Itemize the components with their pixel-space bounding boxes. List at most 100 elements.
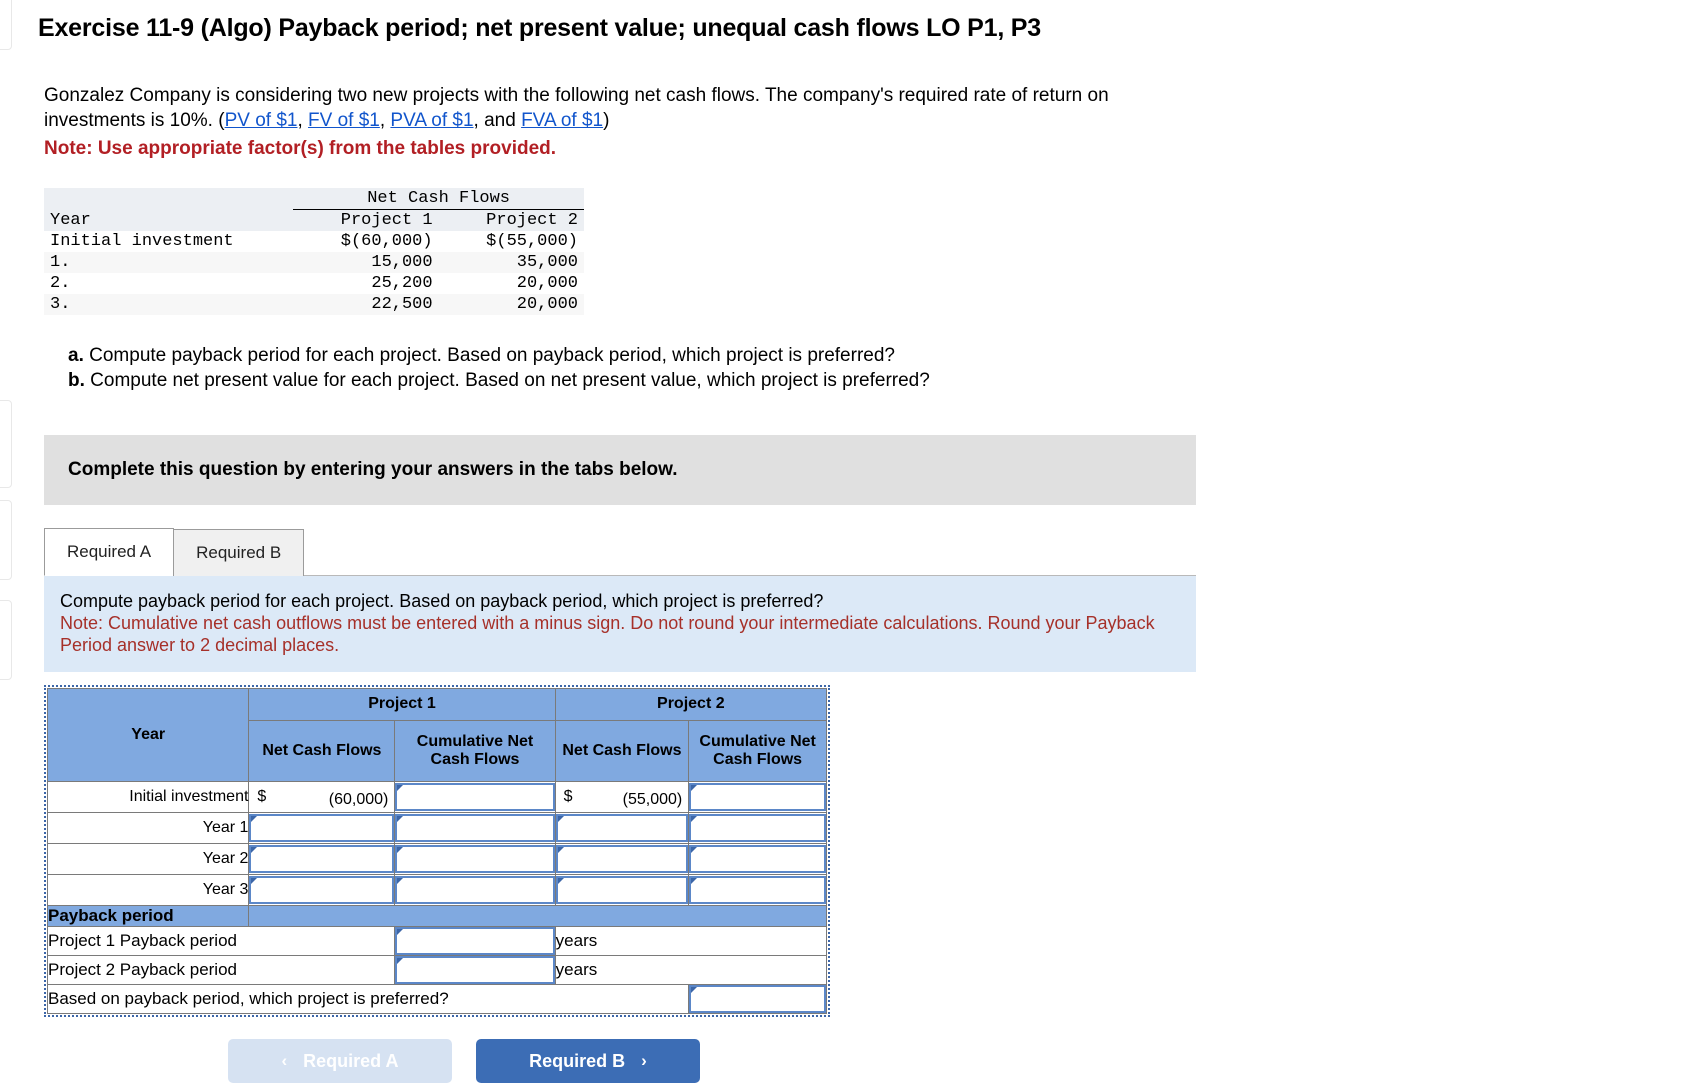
- chevron-right-icon: ›: [641, 1051, 647, 1070]
- cell-p2-ncf-year-1[interactable]: [554, 812, 690, 844]
- input-p2-ncf-year-1[interactable]: [555, 814, 689, 842]
- nc-row-year-1: 1. 15,000 35,000: [44, 252, 584, 273]
- row-label-year-1: Year 1: [46, 812, 250, 844]
- cell-p2-ncf-year-2[interactable]: [554, 843, 690, 875]
- amount-value: (60,000): [328, 791, 389, 808]
- table-row: Based on payback period, which project i…: [46, 984, 827, 1014]
- nc-col-project-2: Project 2: [486, 211, 578, 230]
- input-p2-cum-year-3[interactable]: [689, 876, 826, 904]
- table-row: Year 1: [46, 812, 827, 844]
- link-pv-of-1[interactable]: PV of $1: [225, 110, 298, 131]
- nc-row-label: 2.: [50, 274, 71, 293]
- input-p1-ncf-year-3[interactable]: [249, 876, 395, 904]
- input-p2-cum-year-2[interactable]: [689, 845, 826, 873]
- cell-project-2-payback[interactable]: [394, 955, 556, 985]
- sep-3: , and: [473, 110, 522, 131]
- nc-row-p2: 20,000: [516, 274, 578, 293]
- previous-required-a-button[interactable]: ‹ Required A: [228, 1039, 452, 1083]
- input-p1-cum-year-2[interactable]: [395, 845, 555, 873]
- input-p2-cum-year-1[interactable]: [689, 814, 826, 842]
- requirement-a-marker: a.: [68, 345, 84, 366]
- intro-line-2-prefix: investments is 10%. (: [44, 110, 225, 131]
- intro-line-1: Gonzalez Company is considering two new …: [44, 85, 1109, 106]
- input-p2-ncf-year-3[interactable]: [555, 876, 689, 904]
- input-p1-ncf-year-1[interactable]: [249, 814, 395, 842]
- cell-p1-cum-year-1[interactable]: [394, 812, 556, 844]
- nc-row-p1: 25,200: [371, 274, 433, 293]
- tab-required-a[interactable]: Required A: [44, 528, 175, 576]
- nc-row-label: Initial investment: [50, 232, 234, 251]
- sep-2: ,: [379, 110, 391, 131]
- nc-row-p2: $(55,000): [486, 232, 578, 251]
- input-p1-ncf-year-2[interactable]: [249, 845, 395, 873]
- payback-period-band-fill: [248, 905, 827, 927]
- nc-blank-cell: [44, 188, 293, 210]
- header-year: Year: [46, 688, 250, 782]
- payback-answer-table: Year Project 1 Project 2 Net Cash Flows …: [46, 688, 828, 1014]
- requirements-list: a. Compute payback period for each proje…: [0, 315, 1706, 393]
- input-preferred-project[interactable]: [689, 985, 826, 1013]
- complete-question-banner: Complete this question by entering your …: [44, 435, 1196, 505]
- nc-col-year: Year: [50, 210, 91, 230]
- cell-p1-initial-net-cash-flow: $ (60,000): [248, 781, 396, 813]
- requirement-b: b. Compute net present value for each pr…: [68, 368, 1706, 393]
- cell-project-1-payback[interactable]: [394, 926, 556, 956]
- header-project-2: Project 2: [554, 688, 828, 721]
- net-cash-flows-table: Net Cash Flows Year Project 1 Project 2 …: [44, 188, 584, 315]
- instruction-note: Note: Cumulative net cash outflows must …: [60, 613, 1155, 655]
- answer-table-wrapper: Year Project 1 Project 2 Net Cash Flows …: [44, 685, 830, 1017]
- cell-p2-ncf-year-3[interactable]: [554, 874, 690, 906]
- payback-band-row: Payback period: [46, 905, 827, 927]
- cell-p2-cum-year-2[interactable]: [688, 843, 827, 875]
- dollar-sign: $: [563, 788, 573, 805]
- intro-line-2-suffix: ): [603, 110, 610, 131]
- sep-1: ,: [297, 110, 309, 131]
- input-p1-cum-year-3[interactable]: [395, 876, 555, 904]
- nc-row-p1: $(60,000): [340, 232, 433, 251]
- input-project-1-payback[interactable]: [395, 927, 555, 955]
- cell-p1-cum-year-2[interactable]: [394, 843, 556, 875]
- instruction-prompt: Compute payback period for each project.…: [60, 591, 824, 611]
- cell-p1-initial-cumulative[interactable]: [394, 781, 556, 813]
- exercise-page: Exercise 11-9 (Algo) Payback period; net…: [0, 0, 1706, 1083]
- cell-preferred-project-answer[interactable]: [688, 984, 827, 1014]
- next-button-label: Required B: [529, 1050, 626, 1071]
- input-p2-ncf-year-2[interactable]: [555, 845, 689, 873]
- cell-p2-initial-cumulative[interactable]: [688, 781, 827, 813]
- cell-p1-ncf-year-1[interactable]: [248, 812, 396, 844]
- cell-p1-cum-year-3[interactable]: [394, 874, 556, 906]
- link-fva-of-1[interactable]: FVA of $1: [521, 110, 603, 131]
- next-required-b-button[interactable]: Required B ›: [476, 1039, 700, 1083]
- nc-row-year-3: 3. 22,500 20,000: [44, 294, 584, 315]
- cell-p2-cum-year-1[interactable]: [688, 812, 827, 844]
- input-p1-cum-year-1[interactable]: [395, 814, 555, 842]
- cell-p2-cum-year-3[interactable]: [688, 874, 827, 906]
- navigation-footer: ‹ Required A Required B ›: [44, 1039, 884, 1083]
- input-p1-cum-initial[interactable]: [395, 783, 555, 811]
- answer-header-row-top: Year Project 1 Project 2: [46, 688, 828, 782]
- link-fv-of-1[interactable]: FV of $1: [308, 110, 380, 131]
- nc-row-p1: 22,500: [371, 295, 433, 314]
- page-title: Exercise 11-9 (Algo) Payback period; net…: [38, 14, 1041, 42]
- link-pva-of-1[interactable]: PVA of $1: [390, 110, 473, 131]
- row-label-year-2: Year 2: [46, 843, 250, 875]
- input-p2-cum-initial[interactable]: [689, 783, 826, 811]
- intro-paragraph: Gonzalez Company is considering two new …: [0, 43, 1230, 161]
- nc-group-header: Net Cash Flows: [293, 188, 584, 210]
- row-label-project-1-payback: Project 1 Payback period: [46, 926, 396, 956]
- requirement-a-text: Compute payback period for each project.…: [89, 345, 895, 366]
- requirement-b-text: Compute net present value for each proje…: [90, 370, 930, 391]
- preferred-project-question: Based on payback period, which project i…: [46, 984, 690, 1014]
- cell-p1-ncf-year-2[interactable]: [248, 843, 396, 875]
- cell-p1-ncf-year-3[interactable]: [248, 874, 396, 906]
- tab-required-b[interactable]: Required B: [173, 529, 305, 576]
- units-project-2-payback: years: [554, 955, 828, 985]
- input-project-2-payback[interactable]: [395, 956, 555, 984]
- nc-row-p2: 35,000: [516, 253, 578, 272]
- chevron-left-icon: ‹: [281, 1051, 288, 1070]
- nc-row-p1: 15,000: [371, 253, 433, 272]
- nc-row-label: 1.: [50, 253, 71, 272]
- nc-column-header-row: Year Project 1 Project 2: [44, 209, 584, 231]
- instruction-panel: Compute payback period for each project.…: [44, 576, 1196, 672]
- nc-row-label: 3.: [50, 295, 71, 314]
